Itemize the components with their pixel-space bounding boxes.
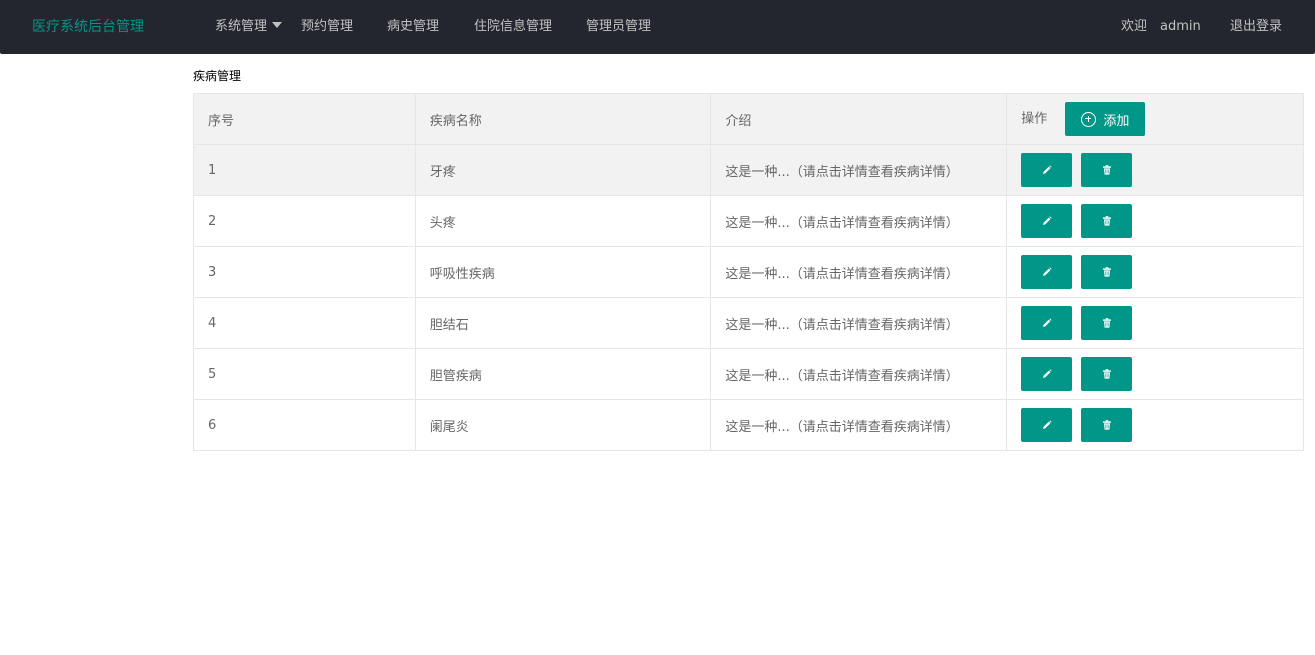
- row-operations: [1006, 297, 1304, 349]
- add-button[interactable]: 添加: [1065, 102, 1146, 136]
- page-title: 疾病管理: [193, 69, 242, 83]
- row-operations: [1006, 399, 1304, 451]
- row-operations: [1006, 144, 1304, 196]
- header-disease-name: 疾病名称: [414, 93, 712, 145]
- nav-appointment-management[interactable]: 预约管理: [301, 17, 353, 37]
- trash-icon: [1101, 164, 1113, 176]
- row-disease-name: 头疼: [414, 195, 712, 247]
- row-index: 5: [193, 348, 416, 400]
- table-row: 6 阑尾炎 这是一种...（请点击详情查看疾病详情）: [193, 399, 1304, 451]
- edit-button[interactable]: [1021, 153, 1073, 187]
- app-logo[interactable]: 医疗系统后台管理: [32, 17, 144, 37]
- row-index: 6: [193, 399, 416, 451]
- row-disease-name: 胆管疾病: [414, 348, 712, 400]
- delete-button[interactable]: [1081, 153, 1133, 187]
- row-disease-name: 胆结石: [414, 297, 712, 349]
- welcome-text: 欢迎: [1121, 19, 1148, 34]
- nav-system-management[interactable]: 系统管理: [215, 17, 283, 37]
- username[interactable]: admin: [1160, 17, 1201, 37]
- add-button-label: 添加: [1103, 112, 1130, 128]
- trash-icon: [1101, 317, 1113, 329]
- row-description[interactable]: 这是一种...（请点击详情查看疾病详情）: [710, 399, 1008, 451]
- delete-button[interactable]: [1081, 408, 1133, 442]
- row-description[interactable]: 这是一种...（请点击详情查看疾病详情）: [710, 246, 1008, 298]
- edit-button[interactable]: [1021, 255, 1073, 289]
- trash-icon: [1101, 215, 1113, 227]
- row-disease-name: 呼吸性疾病: [414, 246, 712, 298]
- logout-link[interactable]: 退出登录: [1230, 17, 1282, 37]
- delete-button[interactable]: [1081, 357, 1133, 391]
- row-index: 4: [193, 297, 416, 349]
- row-index: 3: [193, 246, 416, 298]
- nav-hospitalization-management[interactable]: 住院信息管理: [474, 17, 552, 37]
- trash-icon: [1101, 368, 1113, 380]
- delete-button[interactable]: [1081, 306, 1133, 340]
- row-description[interactable]: 这是一种...（请点击详情查看疾病详情）: [710, 144, 1008, 196]
- pencil-icon: [1041, 266, 1053, 278]
- pencil-icon: [1041, 419, 1053, 431]
- pencil-icon: [1041, 215, 1053, 227]
- disease-table: 序号 疾病名称 介绍 操作 添加 1 牙疼 这是一种...（请点击详情查看疾病详情）…: [193, 93, 1304, 451]
- header-index: 序号: [193, 93, 416, 145]
- table-row: 5 胆管疾病 这是一种...（请点击详情查看疾病详情）: [193, 348, 1304, 400]
- trash-icon: [1101, 419, 1113, 431]
- header-description: 介绍: [710, 93, 1008, 145]
- table-header-row: 序号 疾病名称 介绍 操作 添加: [193, 93, 1304, 145]
- pencil-icon: [1041, 368, 1053, 380]
- row-operations: [1006, 195, 1304, 247]
- row-description[interactable]: 这是一种...（请点击详情查看疾病详情）: [710, 195, 1008, 247]
- nav-admin-management[interactable]: 管理员管理: [586, 17, 651, 37]
- operation-label: 操作: [1021, 111, 1048, 127]
- table-row: 1 牙疼 这是一种...（请点击详情查看疾病详情）: [193, 144, 1304, 196]
- header-operation: 操作 添加: [1006, 93, 1304, 145]
- edit-button[interactable]: [1021, 357, 1073, 391]
- edit-button[interactable]: [1021, 204, 1073, 238]
- nav-medical-history-management[interactable]: 病史管理: [387, 17, 439, 37]
- table-row: 4 胆结石 这是一种...（请点击详情查看疾病详情）: [193, 297, 1304, 349]
- plus-circle-icon: [1081, 111, 1097, 127]
- delete-button[interactable]: [1081, 255, 1133, 289]
- caret-down-icon: [272, 22, 283, 28]
- row-index: 1: [193, 144, 416, 196]
- edit-button[interactable]: [1021, 408, 1073, 442]
- nav-label: 系统管理: [215, 19, 268, 34]
- row-operations: [1006, 348, 1304, 400]
- row-disease-name: 阑尾炎: [414, 399, 712, 451]
- row-operations: [1006, 246, 1304, 298]
- table-row: 2 头疼 这是一种...（请点击详情查看疾病详情）: [193, 195, 1304, 247]
- pencil-icon: [1041, 317, 1053, 329]
- table-row: 3 呼吸性疾病 这是一种...（请点击详情查看疾病详情）: [193, 246, 1304, 298]
- top-header: 医疗系统后台管理 系统管理 预约管理 病史管理 住院信息管理 管理员管理 欢迎 …: [0, 0, 1315, 54]
- row-description[interactable]: 这是一种...（请点击详情查看疾病详情）: [710, 348, 1008, 400]
- row-description[interactable]: 这是一种...（请点击详情查看疾病详情）: [710, 297, 1008, 349]
- pencil-icon: [1041, 164, 1053, 176]
- row-index: 2: [193, 195, 416, 247]
- edit-button[interactable]: [1021, 306, 1073, 340]
- row-disease-name: 牙疼: [414, 144, 712, 196]
- delete-button[interactable]: [1081, 204, 1133, 238]
- trash-icon: [1101, 266, 1113, 278]
